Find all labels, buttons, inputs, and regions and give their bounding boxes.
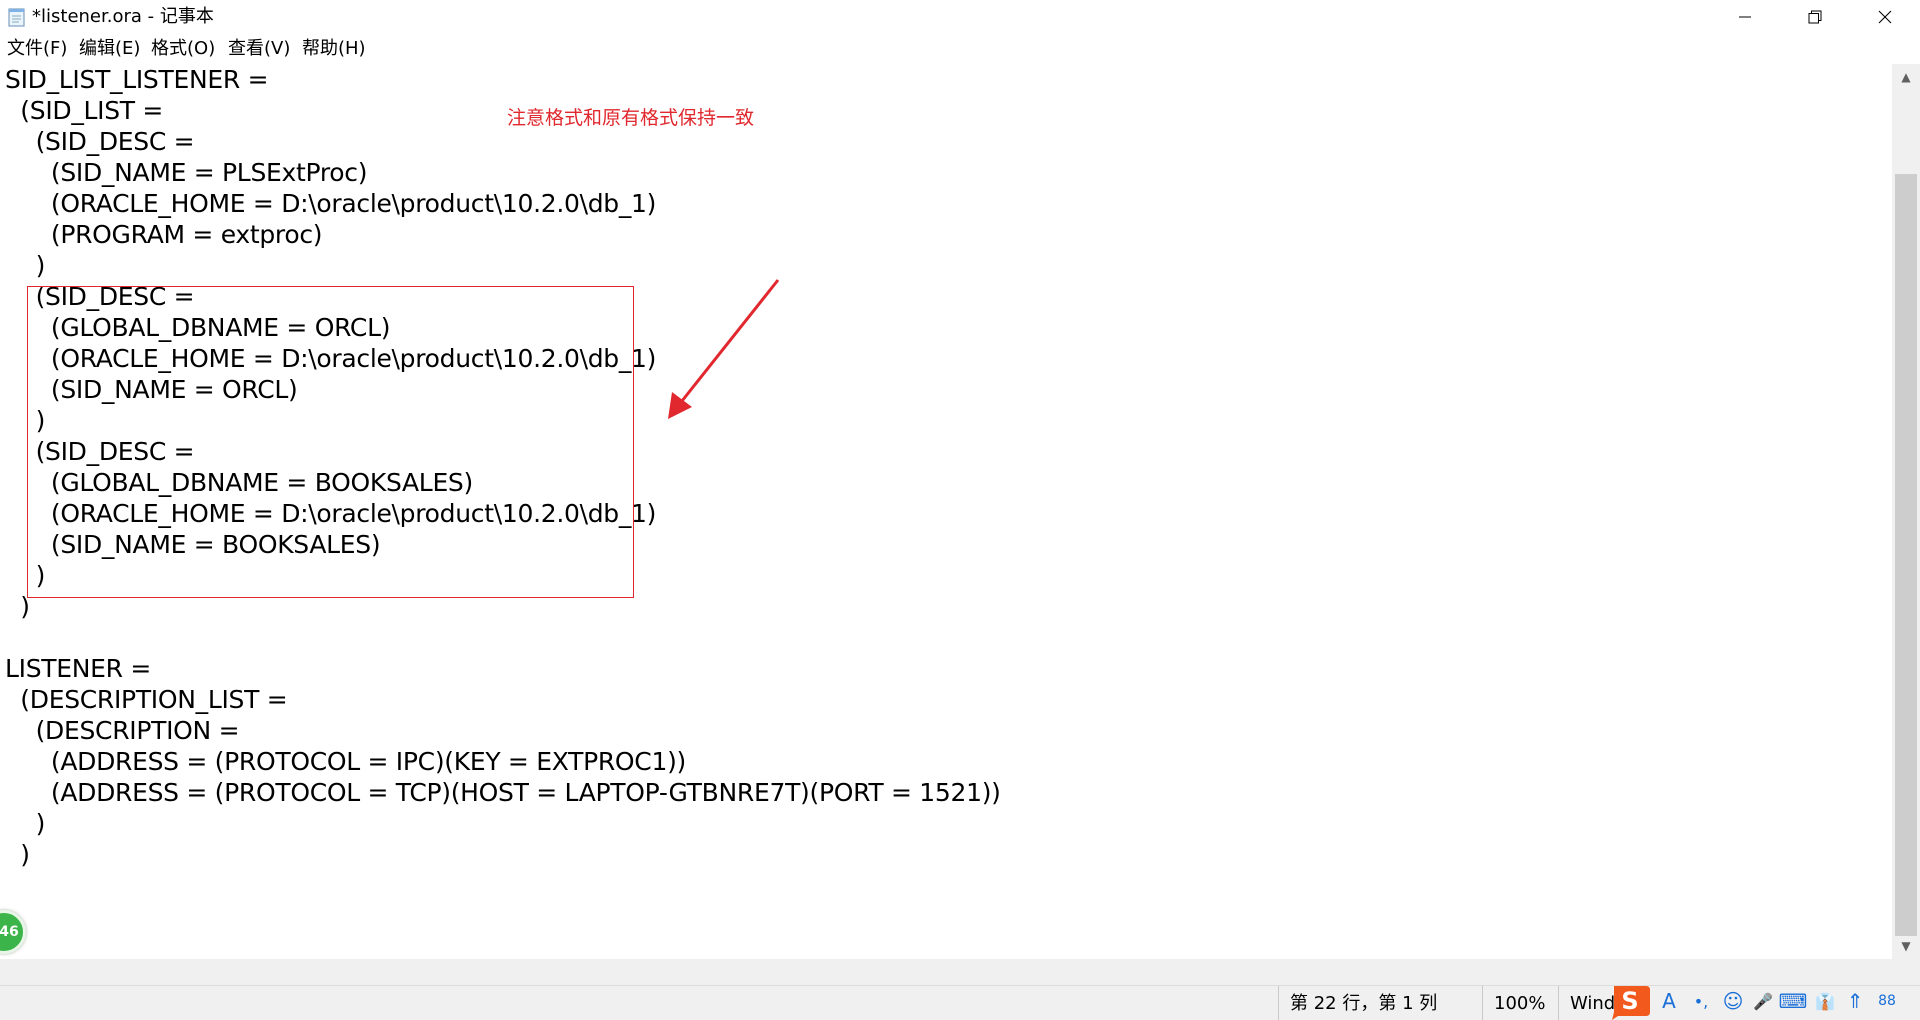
editor-line: (DESCRIPTION_LIST = (5, 685, 288, 714)
editor-line: (SID_DESC = (5, 282, 195, 311)
editor-line: (DESCRIPTION = (5, 716, 240, 745)
status-separator (1278, 986, 1279, 1020)
editor-line: SID_LIST_LISTENER = (5, 65, 269, 94)
ime-chinese-mode-icon[interactable]: A (1656, 988, 1682, 1014)
ime-punctuation-icon[interactable]: •, (1688, 988, 1714, 1014)
editor-line: (SID_NAME = ORCL) (5, 375, 298, 404)
restore-button[interactable] (1780, 0, 1850, 34)
ime-logo-letter: S (1621, 987, 1638, 1015)
ime-emoji-icon[interactable]: ☺ (1720, 988, 1746, 1014)
editor-line: (ORACLE_HOME = D:\oracle\product\10.2.0\… (5, 499, 657, 528)
ime-more-icon[interactable]: 88 (1874, 988, 1900, 1014)
editor-line: (ORACLE_HOME = D:\oracle\product\10.2.0\… (5, 189, 657, 218)
close-icon (1878, 10, 1892, 24)
menu-file[interactable]: 文件(F) (7, 38, 67, 60)
editor-line: ) (5, 592, 30, 621)
menu-edit[interactable]: 编辑(E) (79, 38, 140, 60)
editor-line: LISTENER = (5, 654, 151, 683)
menu-view[interactable]: 查看(V) (228, 38, 290, 60)
sogou-logo-icon[interactable]: S (1608, 982, 1652, 1020)
editor-line: (ADDRESS = (PROTOCOL = TCP)(HOST = LAPTO… (5, 778, 1001, 807)
editor-line: (ORACLE_HOME = D:\oracle\product\10.2.0\… (5, 344, 657, 373)
editor-line: ) (5, 561, 46, 590)
minimize-icon (1739, 16, 1751, 18)
close-button[interactable] (1850, 0, 1920, 34)
menu-help[interactable]: 帮助(H) (302, 38, 366, 60)
editor-line: ) (5, 809, 46, 838)
window-title: *listener.ora - 记事本 (32, 6, 214, 27)
editor-line: ) (5, 840, 30, 869)
editor-line: ) (5, 406, 46, 435)
editor-line: (SID_DESC = (5, 127, 195, 156)
vertical-scroll-thumb[interactable] (1895, 174, 1917, 936)
scroll-down-arrow-icon[interactable]: ▼ (1892, 933, 1920, 959)
scroll-up-arrow-icon[interactable]: ▲ (1892, 64, 1920, 90)
editor-line: (SID_LIST = (5, 96, 164, 125)
ime-toolbar: S A •, ☺ 🎤 ⌨ 👔 ⇑ 88 (1608, 982, 1920, 1020)
ime-microphone-icon[interactable]: 🎤 (1750, 988, 1776, 1014)
editor-line: ) (5, 251, 46, 280)
floating-badge-count: 46 (0, 924, 19, 940)
ime-skin-icon[interactable]: 👔 (1812, 988, 1838, 1014)
editor-line: (ADDRESS = (PROTOCOL = IPC)(KEY = EXTPRO… (5, 747, 686, 776)
cursor-position: 第 22 行，第 1 列 (1290, 993, 1438, 1014)
annotation-arrow-icon (668, 279, 780, 419)
status-separator (1558, 986, 1559, 1020)
editor-line: (PROGRAM = extproc) (5, 220, 323, 249)
annotation-note: 注意格式和原有格式保持一致 (507, 107, 755, 129)
minimize-button[interactable] (1710, 0, 1780, 34)
editor-line: (GLOBAL_DBNAME = BOOKSALES) (5, 468, 473, 497)
ime-toolbox-icon[interactable]: ⇑ (1842, 988, 1868, 1014)
editor-line: (SID_DESC = (5, 437, 195, 466)
menu-bar: 文件(F) 编辑(E) 格式(O) 查看(V) 帮助(H) (0, 34, 1920, 64)
ime-keyboard-icon[interactable]: ⌨ (1779, 988, 1808, 1014)
menu-format[interactable]: 格式(O) (151, 38, 215, 60)
text-editor[interactable]: SID_LIST_LISTENER = (SID_LIST = (SID_DES… (0, 64, 1892, 959)
zoom-level: 100% (1494, 993, 1546, 1014)
vertical-scrollbar[interactable]: ▲ ▼ (1892, 64, 1920, 959)
editor-line: (SID_NAME = BOOKSALES) (5, 530, 381, 559)
notepad-app-icon (8, 8, 25, 27)
restore-icon (1808, 10, 1822, 24)
editor-line: (GLOBAL_DBNAME = ORCL) (5, 313, 391, 342)
title-bar: *listener.ora - 记事本 (0, 0, 1920, 34)
status-separator (1482, 986, 1483, 1020)
editor-line: (SID_NAME = PLSExtProc) (5, 158, 368, 187)
